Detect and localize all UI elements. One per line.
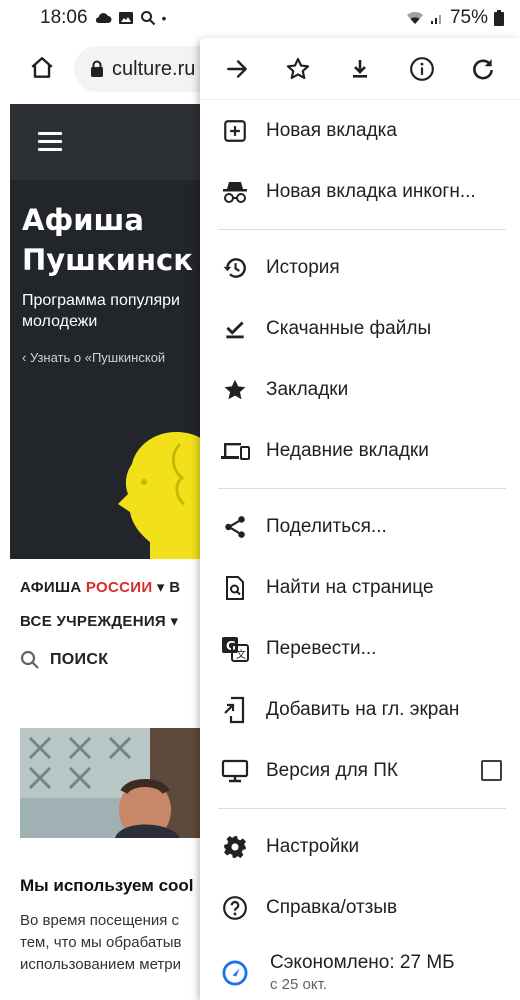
search-icon xyxy=(140,11,155,26)
menu-list: Новая вкладка Новая вкладка инкогн... Ис… xyxy=(200,100,520,1000)
menu-item-label: Скачанные файлы xyxy=(266,317,432,339)
gear-icon xyxy=(224,835,246,858)
share-icon xyxy=(225,515,245,538)
download-done-icon xyxy=(226,321,244,338)
data-saver-text: Сэкономлено: 27 МБ с 25 окт. xyxy=(270,951,455,995)
lock-icon xyxy=(91,60,103,77)
download-button[interactable] xyxy=(340,49,380,89)
wifi-icon xyxy=(406,11,423,24)
image-icon xyxy=(118,12,133,24)
star-outline-icon xyxy=(287,57,310,79)
translate-icon: G文 xyxy=(222,636,249,662)
menu-item-label: Найти на странице xyxy=(266,576,434,598)
home-icon xyxy=(31,57,53,78)
info-icon xyxy=(409,56,434,81)
menu-item-data-saver[interactable]: Сэкономлено: 27 МБ с 25 окт. xyxy=(200,938,520,1000)
find-in-page-icon xyxy=(226,575,244,600)
nav-afisha-label: АФИША xyxy=(20,579,86,596)
download-icon xyxy=(352,59,367,78)
desktop-icon xyxy=(221,759,249,782)
add-to-home-screen-icon xyxy=(224,696,245,723)
menu-item-share[interactable]: Поделиться... xyxy=(200,496,520,557)
svg-text:文: 文 xyxy=(236,648,246,661)
menu-item-history[interactable]: История xyxy=(200,237,520,298)
incognito-icon xyxy=(223,181,247,203)
menu-divider xyxy=(218,808,506,809)
url-text: culture.ru xyxy=(112,57,196,80)
menu-item-find-in-page[interactable]: Найти на странице xyxy=(200,557,520,618)
add-box-icon xyxy=(224,119,246,142)
bookmark-button[interactable] xyxy=(278,49,318,89)
hero-link[interactable]: ‹ Узнать о «Пушкинской xyxy=(22,350,165,365)
menu-item-help[interactable]: Справка/отзыв xyxy=(200,877,520,938)
cookie-text: Во время посещения с тем, что мы обрабат… xyxy=(20,912,182,973)
refresh-button[interactable] xyxy=(463,49,503,89)
menu-item-desktop-site[interactable]: Версия для ПК xyxy=(200,740,520,801)
menu-item-recent-tabs[interactable]: Недавние вкладки xyxy=(200,420,520,481)
news-photo xyxy=(20,728,200,838)
menu-item-label: Перевести... xyxy=(266,637,377,659)
refresh-icon xyxy=(473,58,494,79)
menu-item-label: Справка/отзыв xyxy=(266,896,398,918)
menu-item-label: Поделиться... xyxy=(266,515,387,537)
menu-item-label: Закладки xyxy=(266,378,349,400)
menu-item-label: История xyxy=(266,256,340,278)
search-icon xyxy=(20,650,39,669)
cloud-icon xyxy=(95,13,112,23)
menu-item-settings[interactable]: Настройки xyxy=(200,816,520,877)
menu-divider xyxy=(218,488,506,489)
data-saver-since: с 25 окт. xyxy=(270,976,327,993)
status-time: 18:06 xyxy=(40,7,88,28)
page-info-button[interactable] xyxy=(402,49,442,89)
status-bar: 18:06 • 75% xyxy=(0,0,520,36)
home-button[interactable] xyxy=(24,50,60,86)
search-label: ПОИСК xyxy=(50,651,109,668)
arrow-right-icon xyxy=(226,59,247,78)
site-search[interactable]: ПОИСК xyxy=(20,650,108,670)
signal-icon xyxy=(430,15,441,24)
menu-item-label: Добавить на гл. экран xyxy=(266,698,460,720)
hero-subtitle: Программа популяри молодежи xyxy=(22,292,180,330)
nav-extra-label: В xyxy=(164,579,181,596)
cookie-title: Мы используем cool xyxy=(20,876,194,895)
help-icon xyxy=(223,895,247,920)
menu-divider xyxy=(218,229,506,230)
speedometer-icon xyxy=(222,960,248,986)
devices-icon xyxy=(221,442,250,460)
menu-item-add-to-home[interactable]: Добавить на гл. экран xyxy=(200,679,520,740)
status-dot: • xyxy=(161,10,167,26)
hamburger-menu-icon[interactable] xyxy=(38,132,62,152)
browser-overflow-menu: Новая вкладка Новая вкладка инкогн... Ис… xyxy=(200,38,520,1000)
menu-action-row xyxy=(200,38,520,100)
desktop-site-checkbox[interactable] xyxy=(481,760,502,781)
menu-item-downloads[interactable]: Скачанные файлы xyxy=(200,298,520,359)
data-saver-title: Сэкономлено: 27 МБ xyxy=(270,952,455,973)
menu-item-translate[interactable]: G文 Перевести... xyxy=(200,618,520,679)
chevron-down-icon: ▾ xyxy=(152,579,165,596)
menu-item-label: Недавние вкладки xyxy=(266,439,429,461)
menu-item-label: Настройки xyxy=(266,835,360,857)
nav-russia-label: РОССИИ xyxy=(85,579,153,596)
battery-percent: 75% xyxy=(449,7,488,28)
menu-item-label: Новая вкладка xyxy=(266,119,397,141)
menu-item-new-tab[interactable]: Новая вкладка xyxy=(200,100,520,161)
nav-institutions[interactable]: ВСЕ УЧРЕЖДЕНИЯ ▾ xyxy=(20,612,178,630)
menu-item-label: Версия для ПК xyxy=(266,759,398,781)
forward-button[interactable] xyxy=(217,49,257,89)
menu-item-bookmarks[interactable]: Закладки xyxy=(200,359,520,420)
menu-item-label: Новая вкладка инкогн... xyxy=(266,180,476,202)
battery-icon xyxy=(494,10,504,26)
menu-item-incognito[interactable]: Новая вкладка инкогн... xyxy=(200,161,520,222)
history-icon xyxy=(223,257,246,278)
star-icon xyxy=(224,379,246,399)
nav-afisha-russia[interactable]: АФИША РОССИИ ▾ В xyxy=(20,578,180,596)
